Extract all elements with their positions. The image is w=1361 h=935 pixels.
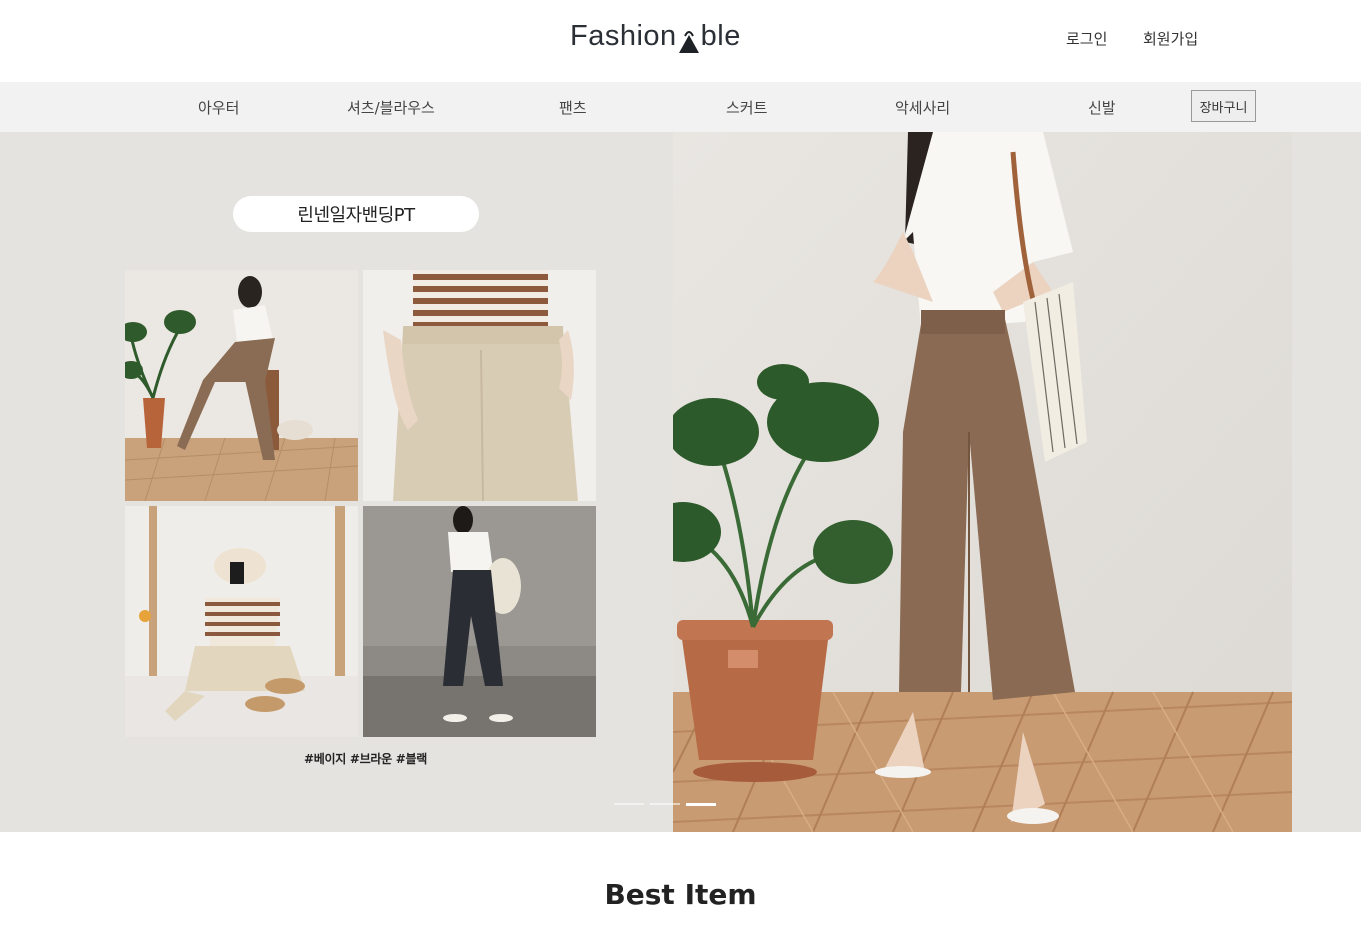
slide-dot-1[interactable]: [614, 803, 644, 805]
login-link[interactable]: 로그인: [1066, 28, 1107, 49]
color-hashtags: #베이지 #브라운 #블랙: [304, 752, 427, 766]
product-photo-mirror-selfie: [125, 506, 358, 737]
logo-text-before: Fashion: [570, 20, 677, 52]
cart-button[interactable]: 장바구니: [1191, 90, 1256, 122]
slide-dot-3-active[interactable]: [686, 803, 716, 806]
hero-main-photo: [673, 132, 1292, 832]
nav-item-pants[interactable]: 팬츠: [559, 97, 587, 118]
nav-item-skirts[interactable]: 스커트: [726, 97, 767, 118]
best-item-title: Best Item: [604, 878, 757, 911]
signup-link[interactable]: 회원가입: [1143, 28, 1198, 49]
logo-text-after: ble: [700, 20, 741, 52]
nav-item-shoes[interactable]: 신발: [1088, 97, 1116, 118]
slide-dot-2[interactable]: [650, 803, 680, 805]
nav-item-accessories[interactable]: 악세사리: [895, 97, 950, 118]
slide-indicator: [614, 803, 716, 806]
nav-item-shirts-blouses[interactable]: 셔츠/블라우스: [347, 97, 435, 118]
category-nav: 아우터 셔츠/블라우스 팬츠 스커트 악세사리 신발: [0, 82, 1361, 132]
product-photo-brown-seated: [125, 270, 358, 501]
product-photo-beige-closeup: [363, 270, 596, 501]
product-photo-black-standing: [363, 506, 596, 737]
nav-item-outer[interactable]: 아우터: [198, 97, 239, 118]
hero-banner[interactable]: 린넨일자밴딩PT #베이지 #브라운 #블랙: [0, 132, 1361, 832]
product-name-pill: 린넨일자밴딩PT: [233, 196, 479, 232]
site-header: Fashion ble 로그인 회원가입: [0, 0, 1361, 82]
logo-bag-icon: [678, 27, 700, 53]
site-logo[interactable]: Fashion ble: [570, 20, 741, 53]
